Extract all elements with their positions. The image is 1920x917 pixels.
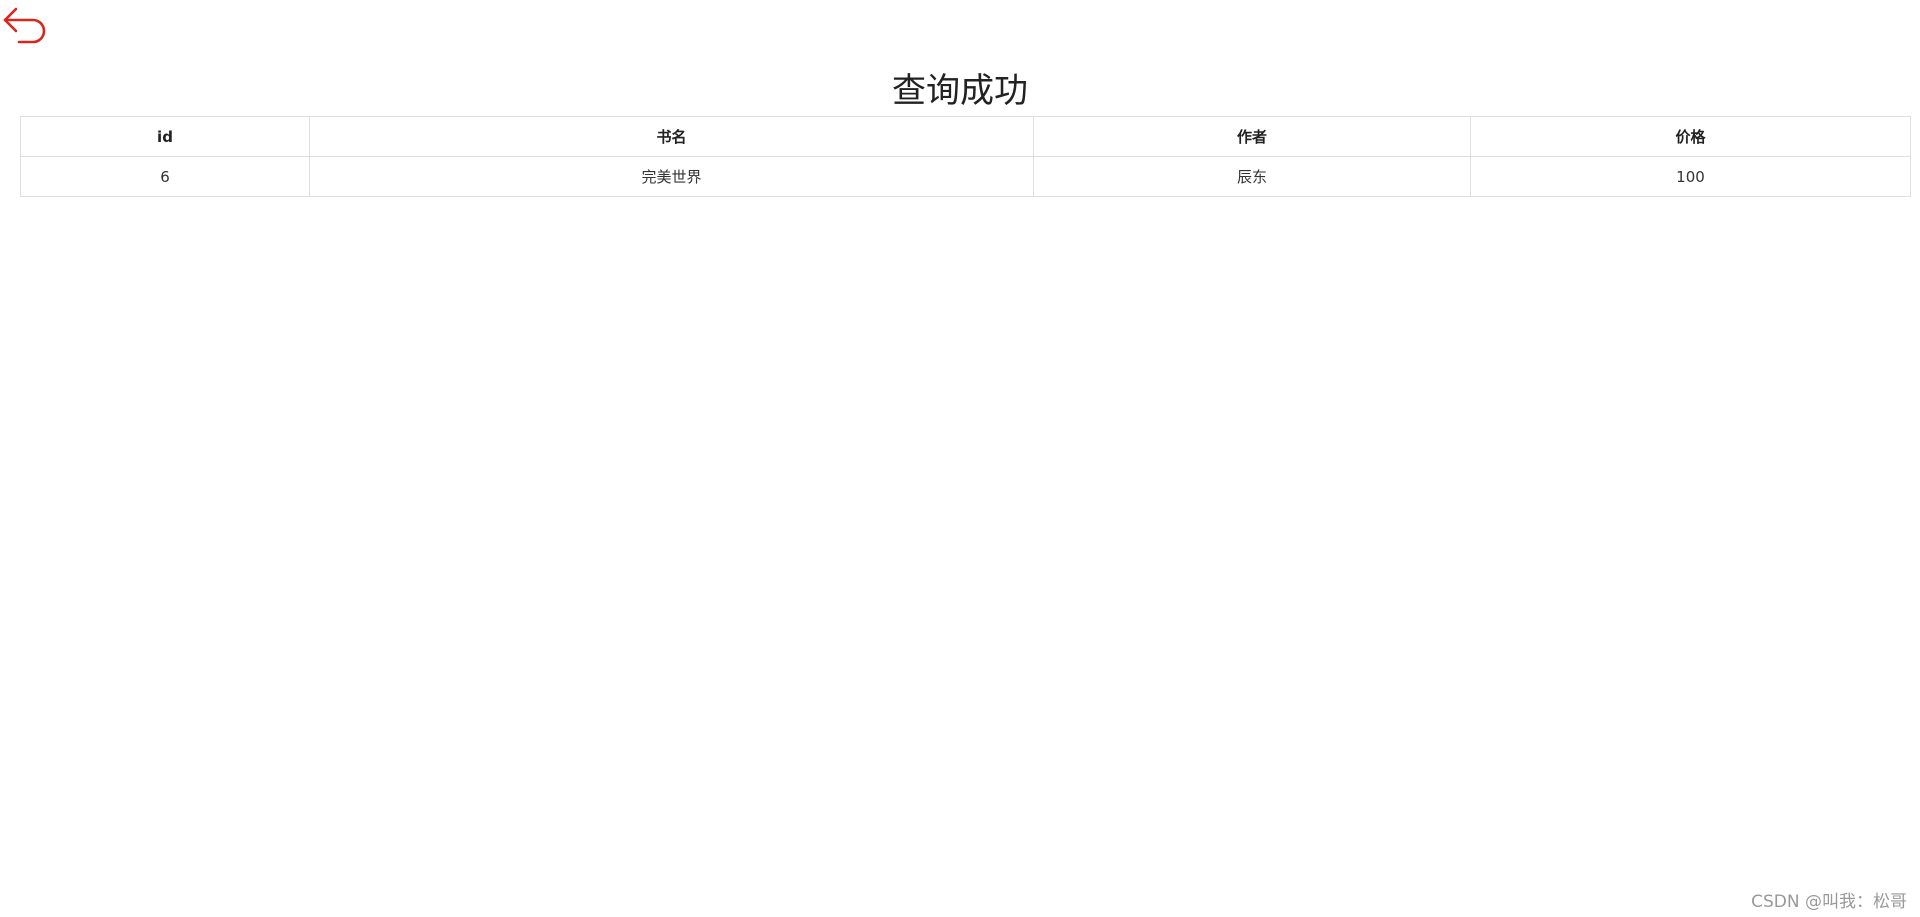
table-header-row: id 书名 作者 价格	[20, 116, 1911, 157]
cell-id: 6	[20, 156, 310, 197]
cell-price: 100	[1470, 156, 1911, 197]
result-table: id 书名 作者 价格 6 完美世界 辰东 100	[20, 116, 1911, 197]
column-header-author: 作者	[1033, 116, 1471, 157]
column-header-id: id	[20, 116, 310, 157]
column-header-price: 价格	[1470, 116, 1911, 157]
column-header-book-name: 书名	[309, 116, 1034, 157]
cell-book-name: 完美世界	[309, 156, 1034, 197]
table-row: 6 完美世界 辰东 100	[20, 156, 1911, 197]
undo-arrow-icon	[2, 5, 50, 47]
cell-author: 辰东	[1033, 156, 1471, 197]
page: 查询成功 id 书名 作者 价格 6 完美世界 辰东 100 CSDN @叫我：	[0, 0, 1920, 917]
page-title: 查询成功	[892, 71, 1028, 111]
watermark: CSDN @叫我：松哥	[1751, 892, 1907, 912]
back-button[interactable]	[2, 5, 50, 47]
